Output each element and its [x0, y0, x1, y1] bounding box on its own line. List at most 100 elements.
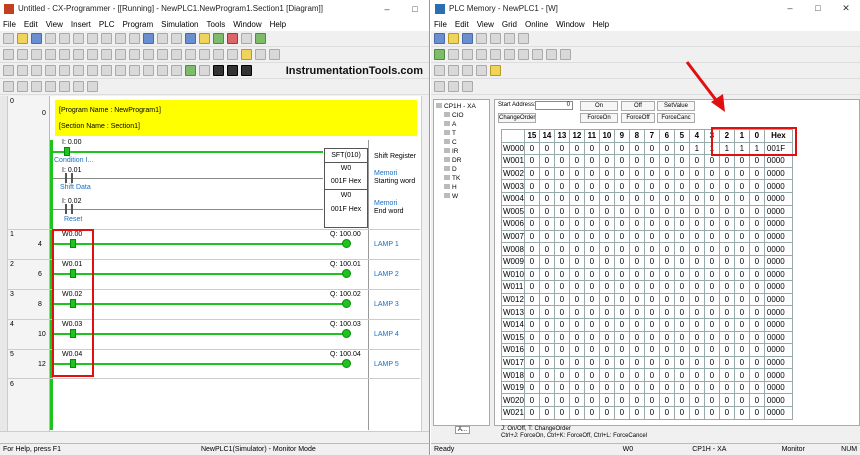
hex-value[interactable]: 0000 — [763, 179, 793, 193]
or-nc-icon[interactable] — [129, 49, 140, 60]
bit-cell[interactable]: 0 — [718, 330, 735, 345]
bit-cell[interactable]: 0 — [658, 217, 675, 231]
bit-cell[interactable]: 0 — [673, 317, 690, 332]
bit-cell[interactable]: 0 — [613, 380, 630, 395]
menu-tools[interactable]: Tools — [207, 20, 226, 29]
bit-cell[interactable]: 0 — [643, 317, 660, 332]
bit-cell[interactable]: 0 — [523, 393, 540, 408]
bit-cell[interactable]: 0 — [613, 406, 630, 420]
horizontal-line-icon[interactable] — [157, 49, 168, 60]
bit-cell[interactable]: 0 — [658, 204, 675, 219]
bit-cell[interactable]: 0 — [703, 317, 720, 332]
bit-cell[interactable]: 0 — [748, 393, 765, 408]
sft-instruction-box[interactable]: SFT(010) W0 001F Hex W0 001F Hex — [324, 148, 368, 228]
list-icon[interactable] — [17, 81, 28, 92]
new-icon[interactable] — [434, 33, 445, 44]
tree-item[interactable]: IR — [436, 147, 487, 156]
bit-cell[interactable]: 0 — [553, 254, 570, 269]
paste-icon[interactable] — [101, 33, 112, 44]
bit-cell[interactable]: 0 — [568, 154, 585, 168]
bit-cell[interactable]: 0 — [628, 317, 645, 332]
bit-cell[interactable]: 0 — [613, 191, 630, 206]
bit-cell[interactable]: 0 — [748, 317, 765, 332]
pen-icon[interactable] — [59, 81, 70, 92]
bit-cell[interactable]: 0 — [688, 166, 705, 181]
grid-icon[interactable] — [171, 33, 182, 44]
save-icon[interactable] — [462, 33, 473, 44]
bit-cell[interactable]: 0 — [553, 355, 570, 370]
bit-cell[interactable]: 0 — [598, 330, 615, 345]
bit-cell[interactable]: 0 — [733, 343, 750, 357]
bit-cell[interactable]: 0 — [613, 292, 630, 307]
bit-cell[interactable]: 0 — [658, 355, 675, 370]
bit-cell[interactable]: 0 — [658, 141, 675, 156]
bit-cell[interactable]: 0 — [658, 179, 675, 193]
bit-cell[interactable]: 0 — [643, 267, 660, 282]
bit-cell[interactable]: 0 — [613, 317, 630, 332]
bit-cell[interactable]: 0 — [583, 204, 600, 219]
bit-cell[interactable]: 0 — [598, 305, 615, 319]
tree-item[interactable]: DR — [436, 156, 487, 165]
bit-cell[interactable]: 0 — [538, 254, 555, 269]
bit-cell[interactable]: 0 — [598, 166, 615, 181]
paste-icon[interactable] — [518, 33, 529, 44]
bit-cell[interactable]: 0 — [553, 141, 570, 156]
bit-cell[interactable]: 0 — [703, 355, 720, 370]
bit-cell[interactable]: 0 — [748, 229, 765, 244]
bit-cell[interactable]: 0 — [718, 154, 735, 168]
bit-cell[interactable]: 0 — [598, 217, 615, 231]
bit-cell[interactable]: 0 — [628, 380, 645, 395]
bit-cell[interactable]: 0 — [523, 305, 540, 319]
bit-cell[interactable]: 0 — [583, 317, 600, 332]
bit-cell[interactable]: 0 — [643, 305, 660, 319]
bit-cell[interactable]: 0 — [538, 368, 555, 382]
bit-cell[interactable]: 0 — [658, 254, 675, 269]
bit-cell[interactable]: 0 — [583, 305, 600, 319]
bit-cell[interactable]: 0 — [748, 406, 765, 420]
bit-cell[interactable]: 0 — [643, 141, 660, 156]
bit-cell[interactable]: 0 — [598, 393, 615, 408]
bit-cell[interactable]: 0 — [688, 393, 705, 408]
bit-cell[interactable]: 0 — [628, 393, 645, 408]
menu-program[interactable]: Program — [122, 20, 153, 29]
bit-cell[interactable]: 0 — [538, 242, 555, 256]
output-coil[interactable] — [342, 359, 351, 368]
bit-cell[interactable]: 0 — [583, 267, 600, 282]
bit-cell[interactable]: 0 — [628, 179, 645, 193]
bit-cell[interactable]: 0 — [703, 406, 720, 420]
bit-cell[interactable]: 0 — [658, 368, 675, 382]
bit-cell[interactable]: 0 — [658, 267, 675, 282]
save-icon[interactable] — [31, 33, 42, 44]
tree-item[interactable]: H — [436, 183, 487, 192]
menu-window[interactable]: Window — [556, 20, 584, 29]
binary-icon[interactable] — [434, 49, 445, 60]
bit-cell[interactable]: 0 — [553, 154, 570, 168]
settings-icon[interactable] — [101, 65, 112, 76]
run-icon[interactable] — [255, 33, 266, 44]
menu-insert[interactable]: Insert — [71, 20, 91, 29]
bit-cell[interactable]: 0 — [643, 368, 660, 382]
disconnect-icon[interactable] — [171, 65, 182, 76]
bit-cell[interactable]: 0 — [613, 242, 630, 256]
bit-cell[interactable]: 0 — [658, 191, 675, 206]
bit-cell[interactable]: 0 — [658, 292, 675, 307]
bit-cell[interactable]: 0 — [553, 229, 570, 244]
bit-cell[interactable]: 0 — [643, 254, 660, 269]
bit-cell[interactable]: 0 — [748, 305, 765, 319]
project-tree-icon[interactable] — [45, 49, 56, 60]
bit-cell[interactable]: 0 — [643, 292, 660, 307]
bit-cell[interactable]: 0 — [733, 254, 750, 269]
bit-cell[interactable]: 0 — [523, 330, 540, 345]
bit-cell[interactable]: 0 — [748, 343, 765, 357]
bit-cell[interactable]: 0 — [748, 166, 765, 181]
bit-cell[interactable]: 0 — [673, 380, 690, 395]
bit-cell[interactable]: 0 — [658, 154, 675, 168]
bit-cell[interactable]: 0 — [688, 191, 705, 206]
preview-icon[interactable] — [59, 33, 70, 44]
bit-cell[interactable]: 0 — [553, 406, 570, 420]
bit-cell[interactable]: 0 — [538, 166, 555, 181]
bit-cell[interactable]: 0 — [613, 166, 630, 181]
bit-cell[interactable]: 0 — [598, 191, 615, 206]
bit-cell[interactable]: 0 — [643, 179, 660, 193]
bit-cell[interactable]: 0 — [568, 393, 585, 408]
